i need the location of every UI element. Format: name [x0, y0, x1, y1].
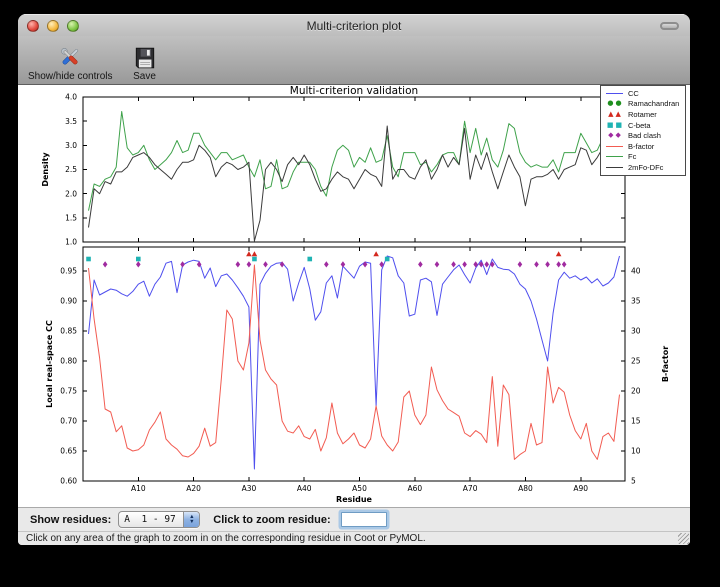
legend-item: 2mFo-DFc	[604, 162, 683, 173]
svg-text:10: 10	[631, 447, 641, 456]
legend-item: ▲▲Rotamer	[604, 109, 683, 120]
toolbar-toggle-button[interactable]	[660, 22, 679, 30]
legend-item: ■■C-beta	[604, 120, 683, 131]
svg-text:0.60: 0.60	[60, 477, 77, 486]
show-hide-controls-label: Show/hide controls	[28, 71, 113, 82]
svg-text:0.85: 0.85	[60, 327, 77, 336]
window-controls	[27, 20, 79, 32]
svg-text:4.0: 4.0	[65, 93, 77, 102]
legend-label: C-beta	[628, 121, 651, 130]
svg-text:A90: A90	[573, 484, 588, 493]
floppy-disk-icon	[133, 43, 157, 70]
window-title: Multi-criterion plot	[307, 19, 402, 33]
svg-text:30: 30	[631, 327, 641, 336]
legend-label: Rotamer	[628, 110, 657, 119]
figure-area: A10 A20 A30 A40 A50 A60 A70 A80 A90 1.0 1.5 2.0 2.5 3…	[18, 85, 690, 507]
svg-text:A70: A70	[463, 484, 478, 493]
svg-text:0.65: 0.65	[60, 447, 77, 456]
svg-text:B-factor: B-factor	[661, 346, 670, 382]
svg-text:5: 5	[631, 477, 636, 486]
legend-item: ◆◆Bad clash	[604, 130, 683, 141]
save-button[interactable]: Save	[133, 43, 157, 82]
svg-text:3.0: 3.0	[65, 141, 77, 150]
svg-text:A60: A60	[407, 484, 422, 493]
triangle-marker-icon: ▲▲	[604, 111, 625, 118]
legend-label: Ramachandran	[628, 99, 679, 108]
status-message: Click on any area of the graph to zoom i…	[26, 533, 426, 544]
plot-legend: CC●●Ramachandran▲▲Rotamer■■C-beta◆◆Bad c…	[600, 85, 686, 176]
crossed-tools-icon	[57, 43, 83, 70]
svg-text:1.5: 1.5	[65, 213, 77, 222]
show-hide-controls-button[interactable]: Show/hide controls	[28, 43, 113, 82]
toolbar: Show/hide controls Save	[18, 36, 690, 85]
legend-label: 2mFo-DFc	[628, 163, 663, 172]
close-button[interactable]	[27, 20, 39, 32]
minimize-button[interactable]	[47, 20, 59, 32]
multi-criterion-plot[interactable]: A10 A20 A30 A40 A50 A60 A70 A80 A90 1.0 1.5 2.0 2.5 3…	[18, 85, 690, 507]
show-residues-select[interactable]: A 1 - 97 ▲▼	[118, 511, 200, 528]
legend-line-sample	[604, 93, 625, 94]
svg-text:0.80: 0.80	[60, 357, 77, 366]
resize-grip[interactable]	[678, 533, 689, 544]
svg-text:15: 15	[631, 417, 641, 426]
zoom-residue-input[interactable]	[341, 512, 387, 527]
controls-row: Show residues: A 1 - 97 ▲▼ Click to zoom…	[18, 507, 690, 531]
chevron-up-down-icon: ▲▼	[183, 512, 199, 527]
square-marker-icon: ■■	[604, 122, 625, 129]
show-residues-label: Show residues:	[30, 514, 111, 526]
svg-text:Density: Density	[41, 152, 50, 187]
legend-line-sample	[604, 156, 625, 157]
zoom-residue-label: Click to zoom residue:	[213, 514, 330, 526]
title-bar: Multi-criterion plot	[18, 14, 690, 36]
legend-label: Bad clash	[628, 131, 661, 140]
app-window: Multi-criterion plot Show/hide co	[18, 14, 690, 545]
svg-text:3.5: 3.5	[65, 117, 77, 126]
circle-marker-icon: ●●	[604, 100, 625, 107]
svg-text:A30: A30	[242, 484, 257, 493]
svg-text:25: 25	[631, 357, 641, 366]
svg-text:A20: A20	[186, 484, 201, 493]
svg-text:20: 20	[631, 387, 641, 396]
svg-text:A10: A10	[131, 484, 146, 493]
svg-text:0.90: 0.90	[60, 297, 77, 306]
svg-text:2.0: 2.0	[65, 189, 77, 198]
legend-label: CC	[628, 89, 639, 98]
legend-label: Fc	[628, 152, 636, 161]
svg-text:35: 35	[631, 297, 641, 306]
svg-text:1.0: 1.0	[65, 238, 77, 247]
diamond-marker-icon: ◆◆	[604, 132, 625, 139]
legend-item: ●●Ramachandran	[604, 99, 683, 110]
legend-item: B-factor	[604, 141, 683, 152]
save-label: Save	[133, 71, 156, 82]
legend-item: Fc	[604, 152, 683, 163]
svg-text:A40: A40	[297, 484, 312, 493]
legend-label: B-factor	[628, 142, 654, 151]
svg-text:Multi-criterion validation: Multi-criterion validation	[290, 85, 418, 97]
svg-text:2.5: 2.5	[65, 165, 77, 174]
svg-text:A80: A80	[518, 484, 533, 493]
svg-text:Local real-space CC: Local real-space CC	[45, 320, 54, 408]
zoom-button[interactable]	[67, 20, 79, 32]
show-residues-value: A 1 - 97	[119, 512, 183, 527]
legend-line-sample	[604, 146, 625, 147]
svg-text:0.70: 0.70	[60, 417, 77, 426]
legend-item: CC	[604, 88, 683, 99]
svg-text:A50: A50	[352, 484, 367, 493]
svg-text:0.75: 0.75	[60, 387, 77, 396]
status-bar: Click on any area of the graph to zoom i…	[18, 531, 690, 545]
svg-text:Residue: Residue	[336, 495, 373, 504]
legend-line-sample	[604, 167, 625, 168]
svg-text:0.95: 0.95	[60, 267, 77, 276]
svg-text:40: 40	[631, 267, 641, 276]
